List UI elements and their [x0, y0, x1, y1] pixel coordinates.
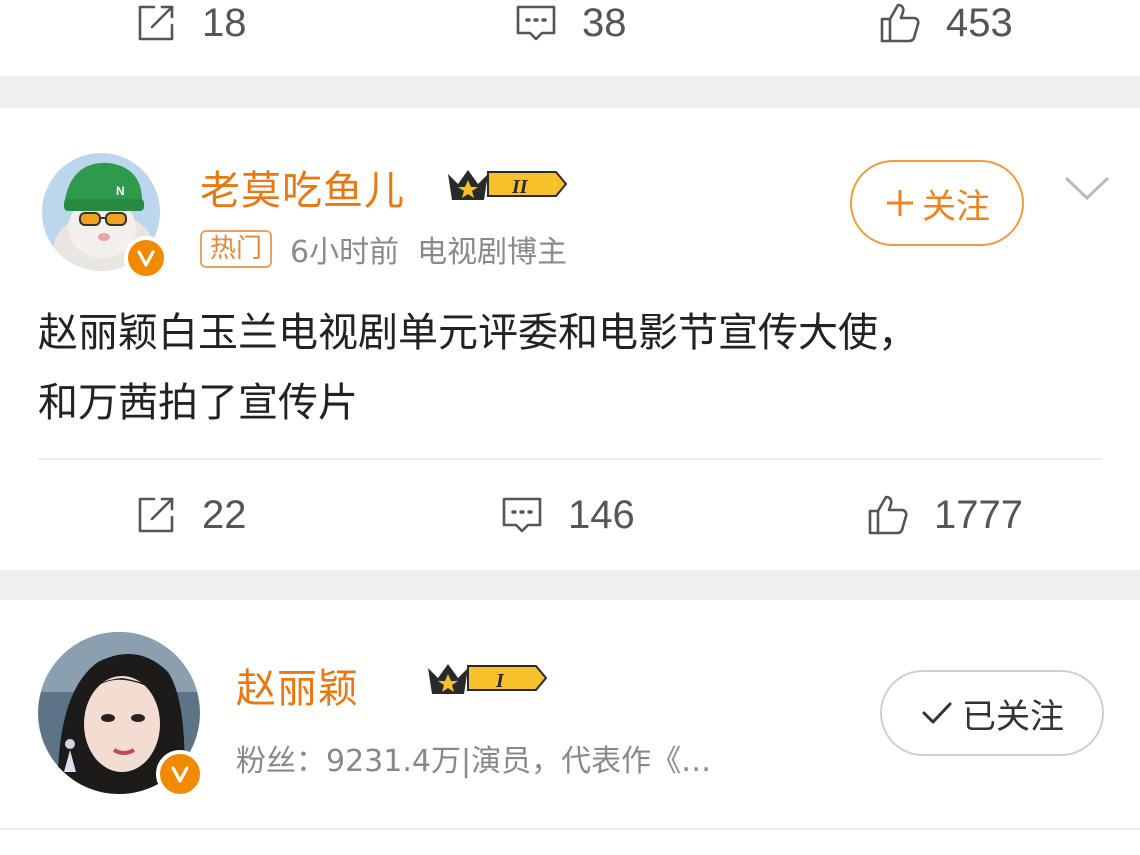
followed-button[interactable]: 已关注	[880, 670, 1104, 756]
post-1-action-bar: 18 38 453	[0, 0, 1140, 68]
post-1-footer: 18 38 453	[0, 0, 1140, 76]
post-2-action-bar: 22 146 1777	[0, 470, 1140, 560]
comment-icon	[516, 5, 556, 41]
post-2-divider	[38, 458, 1102, 460]
like-count: 1777	[934, 492, 1023, 537]
hot-tag: 热门	[200, 230, 273, 268]
like-button[interactable]: 1777	[864, 470, 1023, 560]
verified-icon	[156, 750, 204, 798]
comment-button[interactable]: 146	[498, 470, 635, 560]
vip-level-text: II	[511, 176, 529, 198]
post-2-text-line-2: 和万茜拍了宣传片	[38, 380, 358, 426]
vip-badge[interactable]: I	[424, 656, 548, 700]
follow-label: 关注	[922, 186, 990, 227]
feed-separator	[0, 570, 1140, 600]
vip-level-text: I	[495, 670, 505, 692]
like-button[interactable]: 453	[876, 0, 1013, 68]
like-icon	[868, 495, 908, 535]
post-2-text: 赵丽颖白玉兰电视剧单元评委和电影节宣传大使， 和万茜拍了宣传片	[38, 298, 1108, 438]
repost-button[interactable]: 18	[132, 0, 247, 68]
post-2-card: N 老莫吃鱼儿 II 热门 6小时前 电视剧博主 关注 赵丽颖白玉兰电视剧单元评…	[0, 108, 1140, 570]
vip-crown-icon: II	[448, 170, 568, 200]
feed-separator	[0, 76, 1140, 108]
profile-name[interactable]: 赵丽颖	[236, 656, 359, 714]
repost-icon	[138, 497, 174, 533]
post-2-username[interactable]: 老莫吃鱼儿	[200, 158, 405, 216]
repost-count: 18	[202, 0, 247, 45]
comment-count: 38	[582, 0, 627, 45]
svg-text:N: N	[116, 184, 125, 198]
profile-fans-line: 粉丝：9231.4万|演员，代表作《…	[236, 744, 712, 779]
vip-badge[interactable]: II	[444, 162, 568, 206]
plus-icon	[887, 190, 913, 216]
like-icon	[880, 3, 920, 43]
user-role: 电视剧博主	[417, 235, 568, 270]
vip-crown-icon: I	[428, 664, 548, 694]
verified-icon	[124, 236, 168, 280]
post-2-text-line-1: 赵丽颖白玉兰电视剧单元评委和电影节宣传大使，	[38, 310, 918, 356]
post-2-meta: 热门 6小时前 电视剧博主	[200, 227, 567, 271]
repost-icon	[138, 5, 174, 41]
like-count: 453	[946, 0, 1013, 45]
chevron-down-icon[interactable]	[1062, 162, 1112, 212]
profile-card-divider	[0, 828, 1140, 830]
comment-icon	[502, 497, 542, 533]
comment-count: 146	[568, 492, 635, 537]
follow-button[interactable]: 关注	[850, 160, 1024, 246]
repost-button[interactable]: 22	[132, 470, 247, 560]
repost-count: 22	[202, 492, 247, 537]
comment-button[interactable]: 38	[512, 0, 627, 68]
post-time: 6小时前	[290, 235, 400, 270]
followed-label: 已关注	[962, 696, 1064, 737]
check-icon	[922, 702, 952, 724]
profile-card: 赵丽颖 I 粉丝：9231.4万|演员，代表作《… 已关注	[0, 600, 1140, 855]
